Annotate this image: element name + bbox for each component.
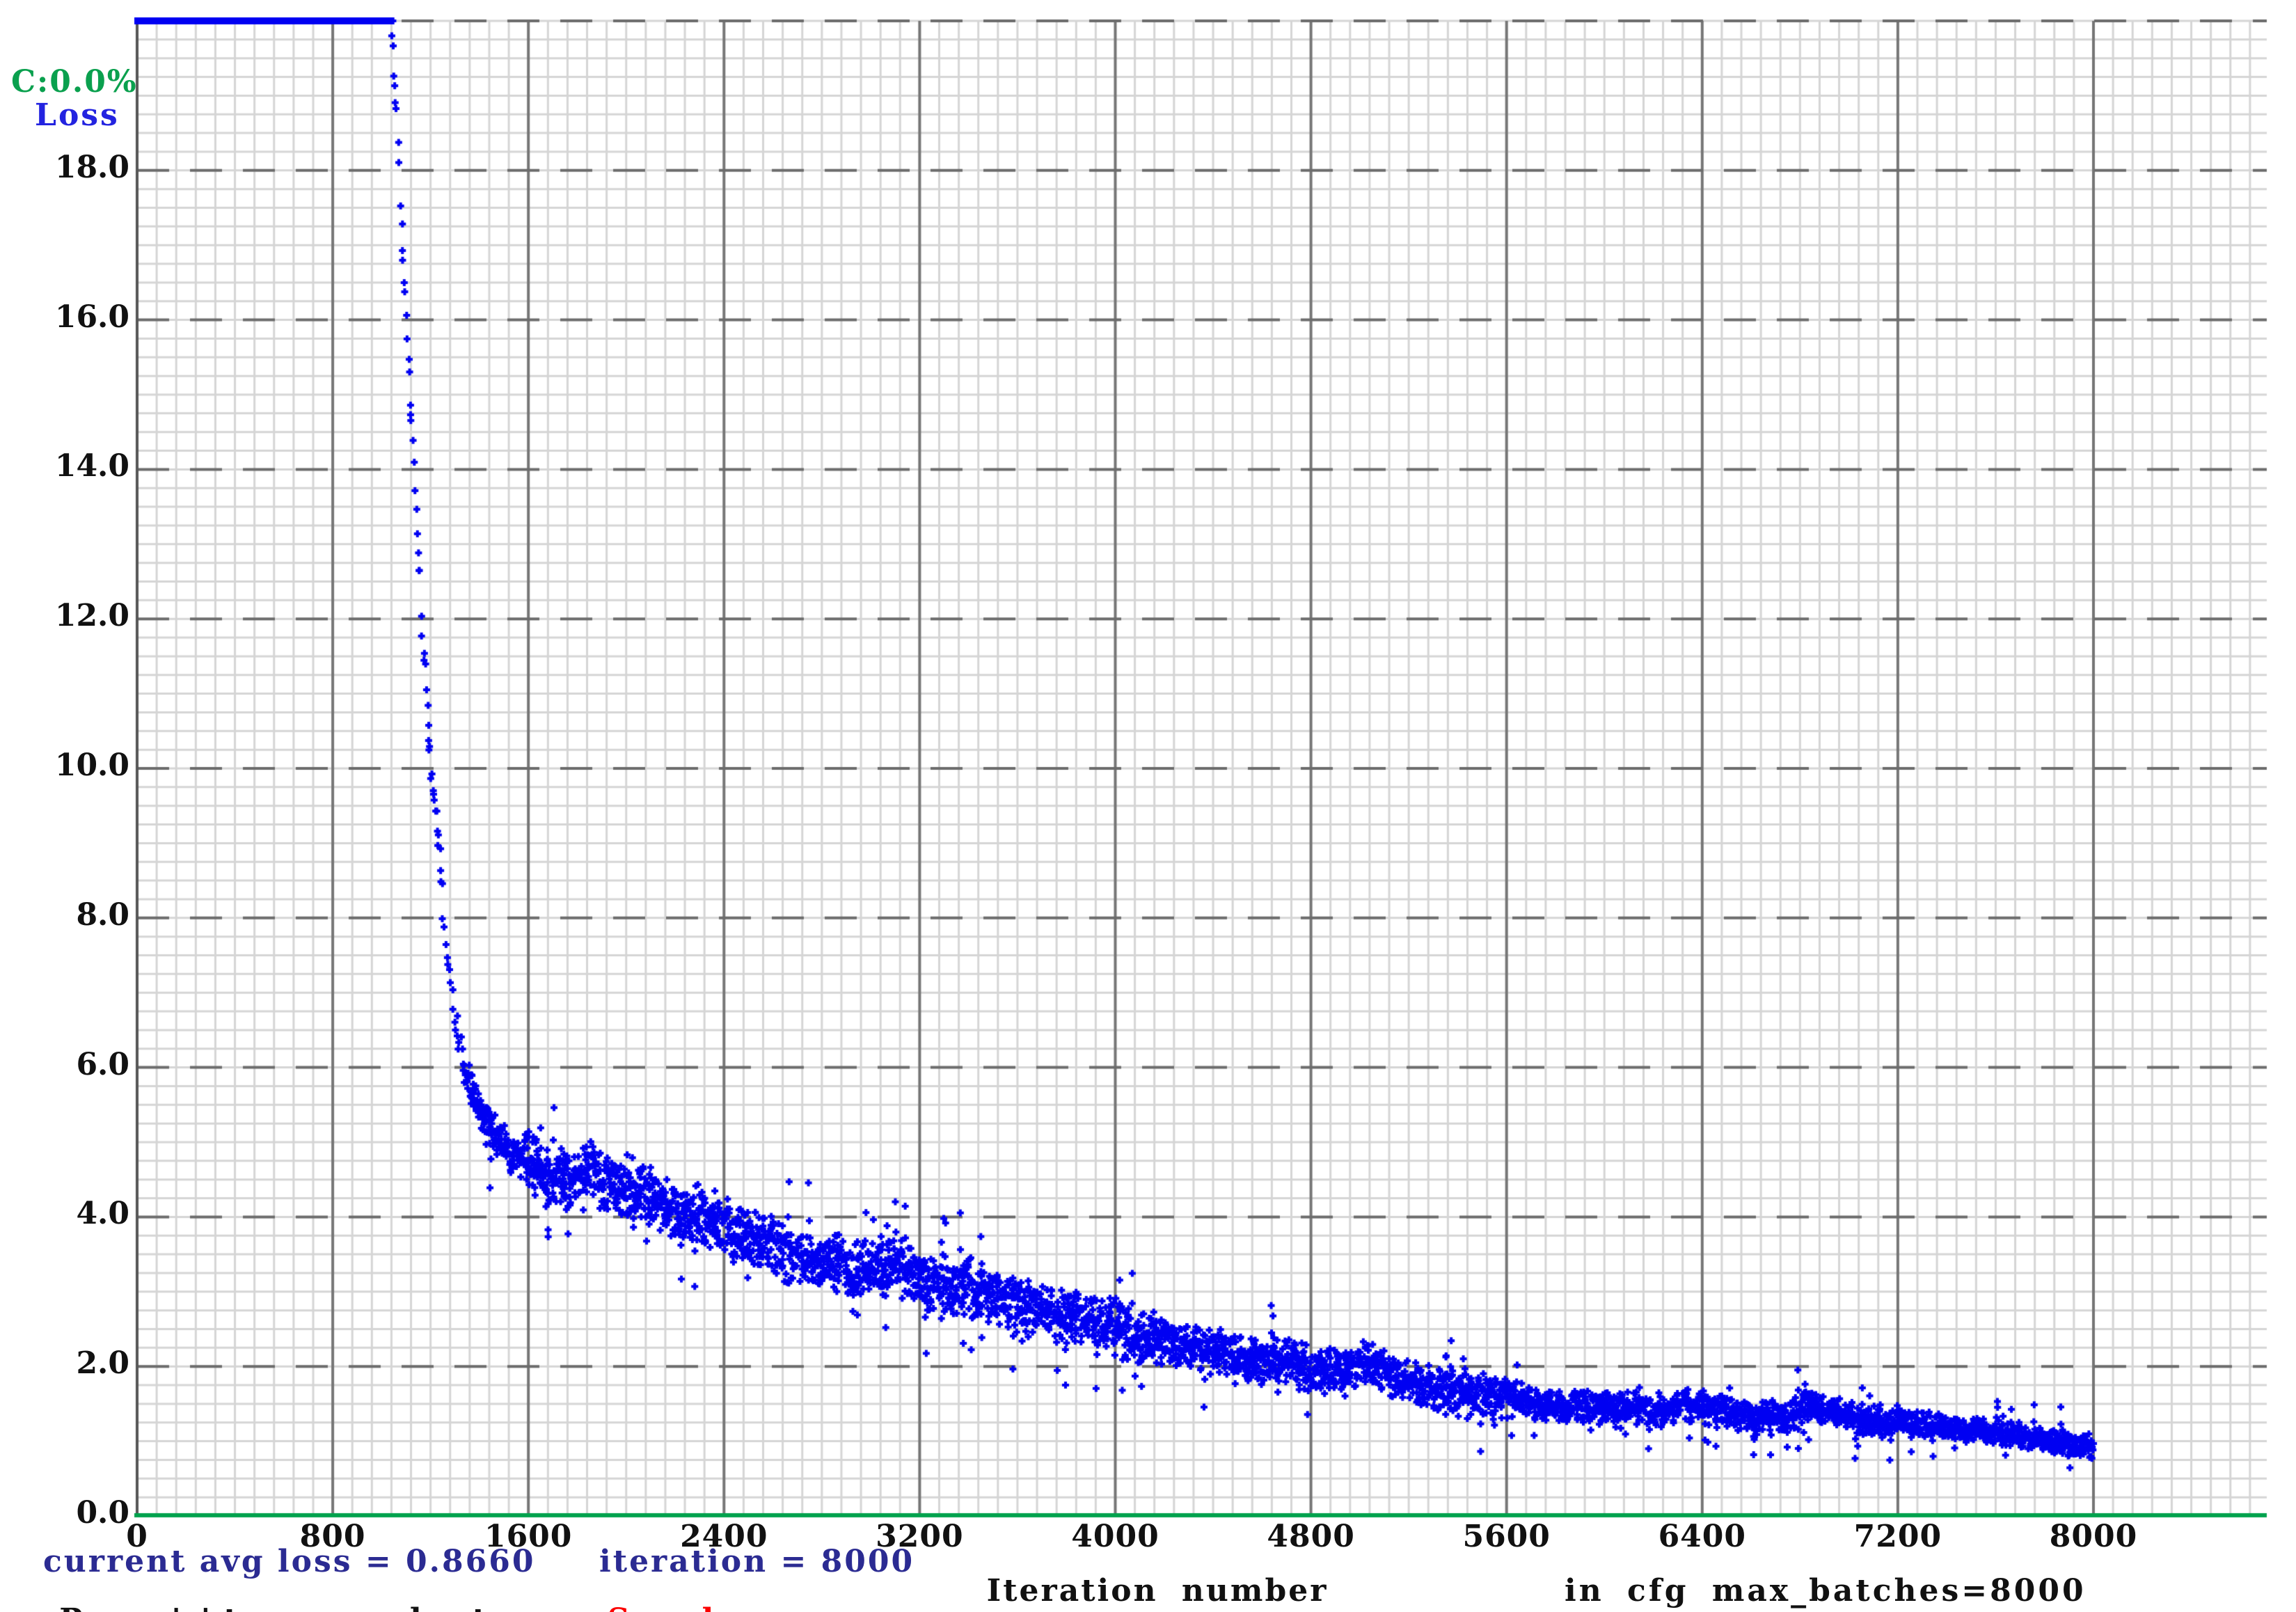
- y-tick-label: 8.0: [0, 900, 129, 931]
- y-tick-label: 0.0: [0, 1498, 129, 1528]
- precision-label: C:0.0%: [11, 67, 138, 97]
- x-tick-label: 4800: [1267, 1522, 1354, 1552]
- y-tick-label: 10.0: [0, 750, 129, 781]
- y-tick-label: 16.0: [0, 302, 129, 333]
- x-axis-label: Iteration number: [987, 1576, 1329, 1606]
- loss-axis-title: Loss: [35, 100, 120, 131]
- y-tick-label: 6.0: [0, 1050, 129, 1080]
- x-tick-label: 6400: [1658, 1522, 1746, 1552]
- save-hint: Press 's' to save : chart.png: [59, 1602, 581, 1612]
- x-tick-label: 5600: [1462, 1522, 1550, 1552]
- y-tick-label: 18.0: [0, 152, 129, 183]
- y-tick-label: 14.0: [0, 451, 129, 482]
- loss-curve-canvas: [0, 0, 2296, 1612]
- x-tick-label: 8000: [2050, 1522, 2137, 1552]
- y-tick-label: 2.0: [0, 1348, 129, 1379]
- x-tick-label: 7200: [1854, 1522, 1942, 1552]
- training-loss-chart: C:0.0% Loss 0.0 2.0 4.0 6.0 8.0 10.0 12.0 14.0 1…: [0, 0, 2296, 1612]
- save-line: Press 's' to save : chart.png - Saved: [11, 1574, 715, 1612]
- status-line: current avg loss = 0.8660 iteration = 80…: [43, 1547, 915, 1577]
- x-tick-label: 4000: [1071, 1522, 1159, 1552]
- y-tick-label: 12.0: [0, 601, 129, 631]
- y-tick-label: 4.0: [0, 1199, 129, 1229]
- saved-indicator: - Saved: [581, 1602, 715, 1612]
- cfg-label: in cfg max_batches=8000: [1565, 1576, 2087, 1606]
